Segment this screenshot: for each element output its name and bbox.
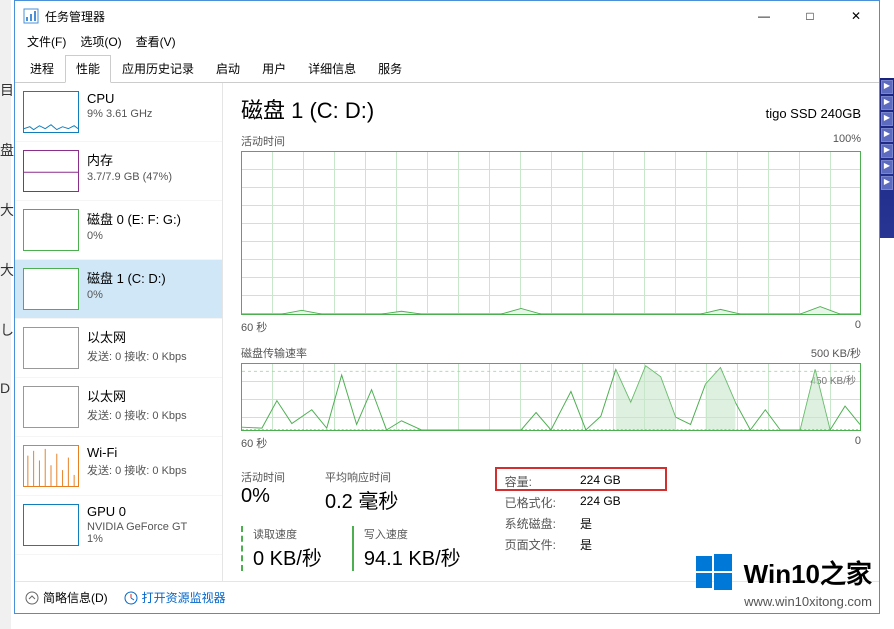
tab-startup[interactable]: 启动 xyxy=(205,55,251,82)
read-speed-value: 0 KB/秒 xyxy=(253,542,322,571)
titlebar[interactable]: 任务管理器 — □ ✕ xyxy=(15,1,879,31)
disk1-thumb xyxy=(23,268,79,310)
resmon-icon xyxy=(124,591,138,605)
disk-info: 容量:224 GB 已格式化:224 GB 系统磁盘:是 页面文件:是 xyxy=(501,469,625,571)
menu-view[interactable]: 查看(V) xyxy=(130,31,182,51)
avg-response-label: 平均响应时间 xyxy=(325,469,398,485)
active-time-label: 活动时间 xyxy=(241,469,285,485)
tab-details[interactable]: 详细信息 xyxy=(297,55,367,82)
menubar: 文件(F) 选项(O) 查看(V) xyxy=(15,31,879,51)
app-icon xyxy=(23,8,39,24)
eth1-thumb xyxy=(23,386,79,428)
sidebar[interactable]: CPU9% 3.61 GHz 内存3.7/7.9 GB (47%) 磁盘 0 (… xyxy=(15,83,223,581)
read-speed-label: 读取速度 xyxy=(253,526,322,542)
task-manager-window: 任务管理器 — □ ✕ 文件(F) 选项(O) 查看(V) 进程 性能 应用历史… xyxy=(14,0,880,614)
eth0-thumb xyxy=(23,327,79,369)
wifi-thumb xyxy=(23,445,79,487)
active-time-chart[interactable] xyxy=(241,151,861,315)
watermark: Win10之家 www.win10xitong.com xyxy=(694,552,872,609)
fewer-details-button[interactable]: 简略信息(D) xyxy=(25,589,108,606)
tabs: 进程 性能 应用历史记录 启动 用户 详细信息 服务 xyxy=(15,51,879,83)
sidebar-item-disk0[interactable]: 磁盘 0 (E: F: G:)0% xyxy=(15,201,222,260)
windows-logo-icon xyxy=(694,552,734,592)
sidebar-item-wifi[interactable]: Wi-Fi发送: 0 接收: 0 Kbps xyxy=(15,437,222,496)
menu-file[interactable]: 文件(F) xyxy=(21,31,72,51)
cpu-thumb xyxy=(23,91,79,133)
gpu-thumb xyxy=(23,504,79,546)
sidebar-item-eth1[interactable]: 以太网发送: 0 接收: 0 Kbps xyxy=(15,378,222,437)
tab-app-history[interactable]: 应用历史记录 xyxy=(111,55,205,82)
tab-services[interactable]: 服务 xyxy=(367,55,413,82)
sidebar-item-gpu0[interactable]: GPU 0NVIDIA GeForce GT1% xyxy=(15,496,222,555)
menu-options[interactable]: 选项(O) xyxy=(74,31,127,51)
open-resource-monitor-link[interactable]: 打开资源监视器 xyxy=(124,589,226,606)
sidebar-item-cpu[interactable]: CPU9% 3.61 GHz xyxy=(15,83,222,142)
minimize-button[interactable]: — xyxy=(741,1,787,31)
sidebar-item-disk1[interactable]: 磁盘 1 (C: D:)0% xyxy=(15,260,222,319)
close-button[interactable]: ✕ xyxy=(833,1,879,31)
page-title: 磁盘 1 (C: D:) xyxy=(241,93,374,125)
write-speed-label: 写入速度 xyxy=(364,526,461,542)
tab-processes[interactable]: 进程 xyxy=(19,55,65,82)
avg-response-value: 0.2 毫秒 xyxy=(325,485,398,514)
active-time-value: 0% xyxy=(241,485,285,508)
sidebar-item-memory[interactable]: 内存3.7/7.9 GB (47%) xyxy=(15,142,222,201)
disk-model: tigo SSD 240GB xyxy=(766,106,861,121)
maximize-button[interactable]: □ xyxy=(787,1,833,31)
write-speed-value: 94.1 KB/秒 xyxy=(364,542,461,571)
memory-thumb xyxy=(23,150,79,192)
tab-users[interactable]: 用户 xyxy=(251,55,297,82)
transfer-rate-chart[interactable]: 450 KB/秒 xyxy=(241,363,861,431)
chevron-up-icon xyxy=(25,591,39,605)
window-title: 任务管理器 xyxy=(45,8,741,25)
sidebar-item-eth0[interactable]: 以太网发送: 0 接收: 0 Kbps xyxy=(15,319,222,378)
tab-performance[interactable]: 性能 xyxy=(65,55,111,83)
disk0-thumb xyxy=(23,209,79,251)
main-panel: 磁盘 1 (C: D:) tigo SSD 240GB 活动时间100% 60 … xyxy=(223,83,879,581)
